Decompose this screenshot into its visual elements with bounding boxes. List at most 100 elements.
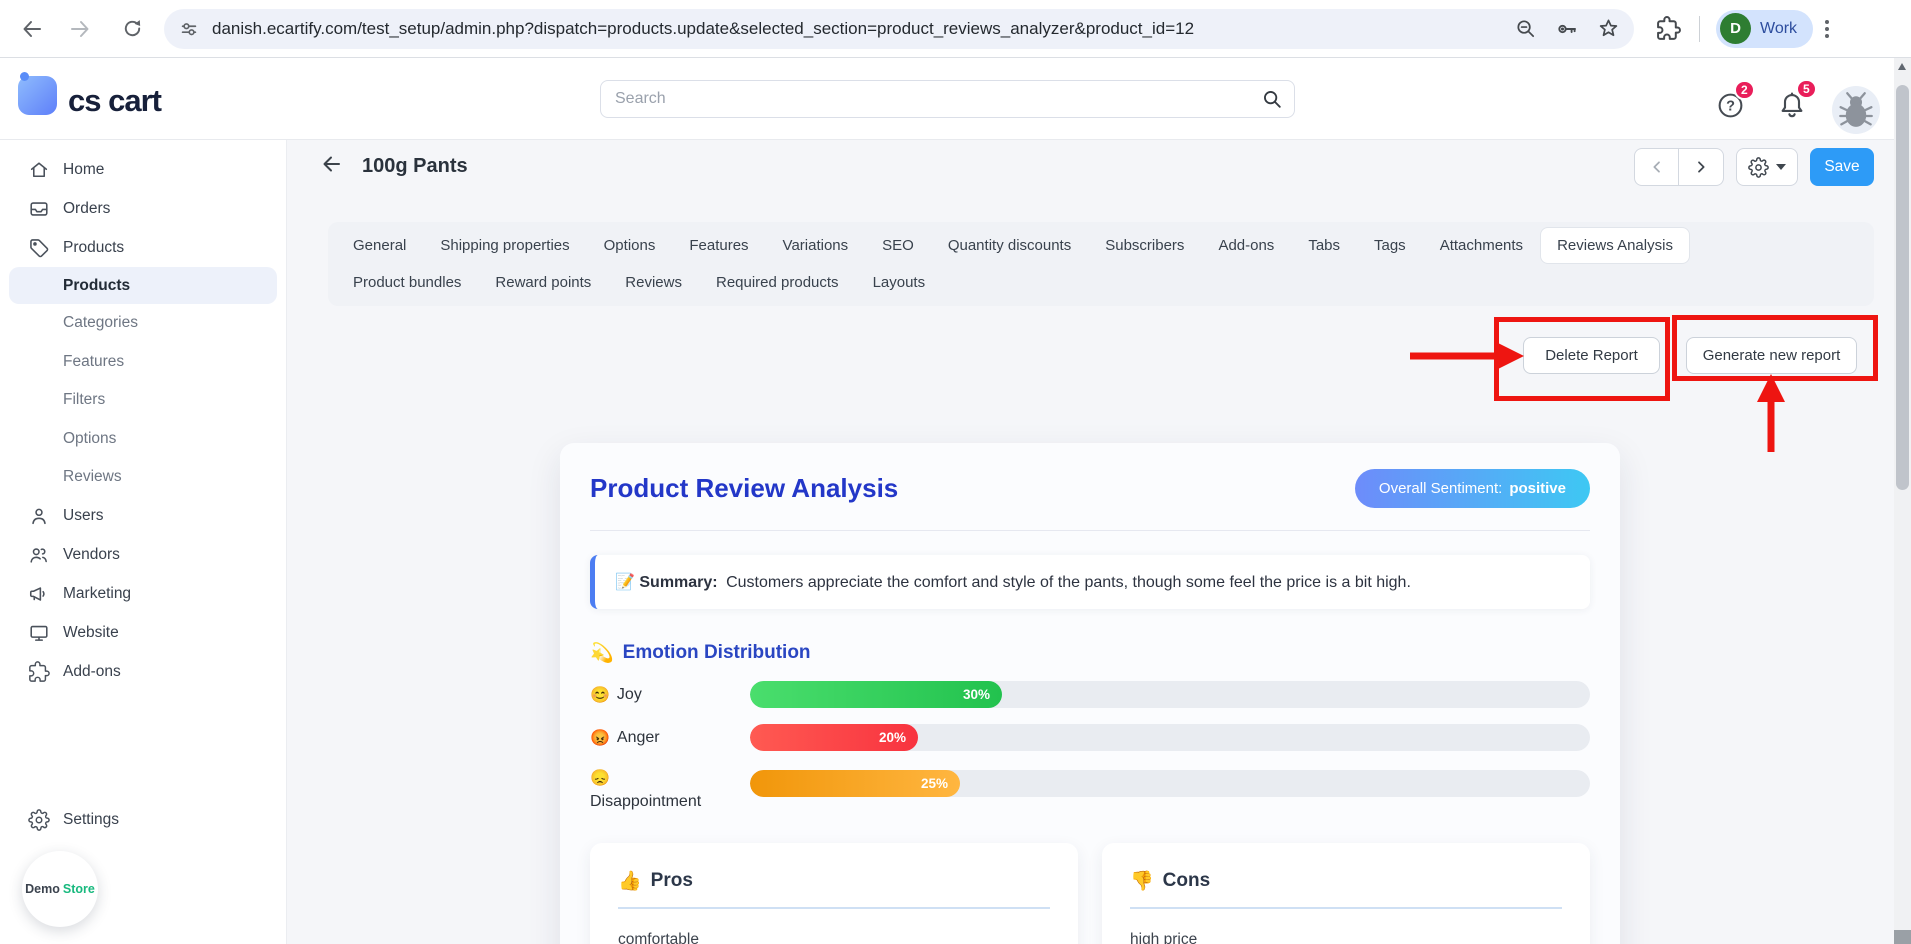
url-text[interactable]: danish.ecartify.com/test_setup/admin.php… <box>212 19 1496 39</box>
content-area: Home Orders Products Products Categories… <box>0 140 1894 944</box>
sidebar-item-orders[interactable]: Orders <box>0 189 286 228</box>
sidebar-item-settings[interactable]: Settings <box>0 800 286 839</box>
sidebar: Home Orders Products Products Categories… <box>0 140 287 944</box>
save-button[interactable]: Save <box>1810 148 1874 186</box>
browser-forward-icon[interactable] <box>60 9 100 49</box>
browser-back-icon[interactable] <box>12 9 52 49</box>
sidebar-subitem-categories[interactable]: Categories <box>0 304 286 343</box>
orders-icon <box>28 198 50 220</box>
tab-shipping-properties[interactable]: Shipping properties <box>423 227 586 264</box>
sidebar-item-addons[interactable]: Add-ons <box>0 653 286 692</box>
help-badge: 2 <box>1734 80 1755 100</box>
browser-menu-icon[interactable] <box>1825 20 1829 38</box>
tab-features[interactable]: Features <box>672 227 765 264</box>
sentiment-value: positive <box>1509 480 1566 497</box>
tab-reward-points[interactable]: Reward points <box>478 264 608 301</box>
sidebar-item-label: Settings <box>63 811 119 829</box>
tab-layouts[interactable]: Layouts <box>856 264 943 301</box>
divider <box>590 530 1590 531</box>
search-icon[interactable] <box>1261 88 1283 115</box>
tab-reviews-analysis[interactable]: Reviews Analysis <box>1540 227 1690 264</box>
pros-card: 👍 Pros comfortable <box>590 843 1078 944</box>
tab-subscribers[interactable]: Subscribers <box>1088 227 1201 264</box>
scrollbar-up-arrow[interactable] <box>1898 63 1906 70</box>
sidebar-item-website[interactable]: Website <box>0 614 286 653</box>
users-icon <box>28 505 50 527</box>
cons-card: 👎 Cons high price <box>1102 843 1590 944</box>
sidebar-item-label: Vendors <box>63 546 120 564</box>
disappointed-emoji-icon: 😞 <box>590 767 750 790</box>
sidebar-item-home[interactable]: Home <box>0 150 286 189</box>
chevron-down-icon <box>1776 164 1786 170</box>
emotion-percent: 30% <box>963 687 990 702</box>
emotion-percent: 20% <box>879 730 906 745</box>
emotion-row-disappointment: 😞 Disappointment 25% <box>590 767 1590 813</box>
addons-puzzle-icon <box>28 661 50 683</box>
bug-avatar[interactable] <box>1832 86 1880 134</box>
tab-seo[interactable]: SEO <box>865 227 931 264</box>
sidebar-item-users[interactable]: Users <box>0 497 286 536</box>
bookmark-star-icon[interactable] <box>1597 17 1620 40</box>
sidebar-item-label: Orders <box>63 200 110 218</box>
browser-profile[interactable]: D Work <box>1716 10 1813 48</box>
page-title: 100g Pants <box>362 155 468 178</box>
joy-emoji-icon: 😊 <box>590 685 610 705</box>
sidebar-item-label: Users <box>63 507 103 525</box>
screen: danish.ecartify.com/test_setup/admin.php… <box>0 0 1911 944</box>
emotion-bar-fill-joy: 30% <box>750 681 1002 708</box>
home-icon <box>28 159 50 181</box>
product-nav-group <box>1634 148 1724 186</box>
tab-options[interactable]: Options <box>587 227 673 264</box>
demo-store-logo[interactable]: Demo Store <box>22 851 98 927</box>
tab-attachments[interactable]: Attachments <box>1423 227 1540 264</box>
emotion-bar-track: 20% <box>750 724 1590 751</box>
browser-reload-icon[interactable] <box>112 9 152 49</box>
admin-header: cs cart ? 2 5 <box>0 58 1894 140</box>
sidebar-item-marketing[interactable]: Marketing <box>0 575 286 614</box>
tab-product-bundles[interactable]: Product bundles <box>336 264 478 301</box>
tab-reviews[interactable]: Reviews <box>608 264 699 301</box>
site-info-icon[interactable] <box>178 18 200 40</box>
settings-dropdown-button[interactable] <box>1736 148 1798 186</box>
delete-report-button[interactable]: Delete Report <box>1523 337 1660 374</box>
prev-product-button[interactable] <box>1634 148 1679 186</box>
sidebar-subitem-reviews[interactable]: Reviews <box>0 458 286 497</box>
zoom-out-icon[interactable] <box>1514 17 1537 40</box>
password-key-icon[interactable] <box>1555 17 1579 41</box>
search-input[interactable] <box>600 80 1295 118</box>
sidebar-item-label: Home <box>63 161 104 179</box>
scrollbar-corner[interactable] <box>1894 930 1911 944</box>
product-tabs: General Shipping properties Options Feat… <box>328 222 1874 306</box>
sidebar-item-label: Website <box>63 624 119 642</box>
emotion-bar-fill-disappointment: 25% <box>750 770 960 797</box>
tab-variations[interactable]: Variations <box>766 227 866 264</box>
cs-cart-logo[interactable]: cs cart <box>18 76 161 115</box>
cons-heading: 👎 Cons <box>1130 869 1562 909</box>
tab-quantity-discounts[interactable]: Quantity discounts <box>931 227 1088 264</box>
tab-tags[interactable]: Tags <box>1357 227 1423 264</box>
sidebar-subitem-filters[interactable]: Filters <box>0 381 286 420</box>
emotion-bar-track: 30% <box>750 681 1590 708</box>
scrollbar-thumb[interactable] <box>1896 85 1909 490</box>
page-scrollbar[interactable] <box>1894 58 1911 944</box>
logo-text: cs cart <box>68 86 161 115</box>
tab-tabs[interactable]: Tabs <box>1291 227 1357 264</box>
sidebar-item-vendors[interactable]: Vendors <box>0 536 286 575</box>
emotion-bar-track: 25% <box>750 770 1590 797</box>
extensions-icon[interactable] <box>1656 16 1681 41</box>
tab-addons[interactable]: Add-ons <box>1201 227 1291 264</box>
emotion-row-joy: 😊 Joy 30% <box>590 681 1590 708</box>
cons-item: high price <box>1130 931 1562 944</box>
sidebar-subitem-products[interactable]: Products <box>9 267 277 304</box>
sidebar-subitem-features[interactable]: Features <box>0 343 286 382</box>
sidebar-subitem-options[interactable]: Options <box>0 420 286 459</box>
next-product-button[interactable] <box>1679 148 1724 186</box>
vendors-icon <box>28 544 50 566</box>
address-bar[interactable]: danish.ecartify.com/test_setup/admin.php… <box>164 9 1634 49</box>
sentiment-label: Overall Sentiment: <box>1379 480 1502 497</box>
tab-required-products[interactable]: Required products <box>699 264 856 301</box>
sidebar-item-products[interactable]: Products <box>0 228 286 267</box>
generate-new-report-button[interactable]: Generate new report <box>1686 337 1857 374</box>
tab-general[interactable]: General <box>336 227 423 264</box>
back-arrow-icon[interactable] <box>320 152 344 181</box>
